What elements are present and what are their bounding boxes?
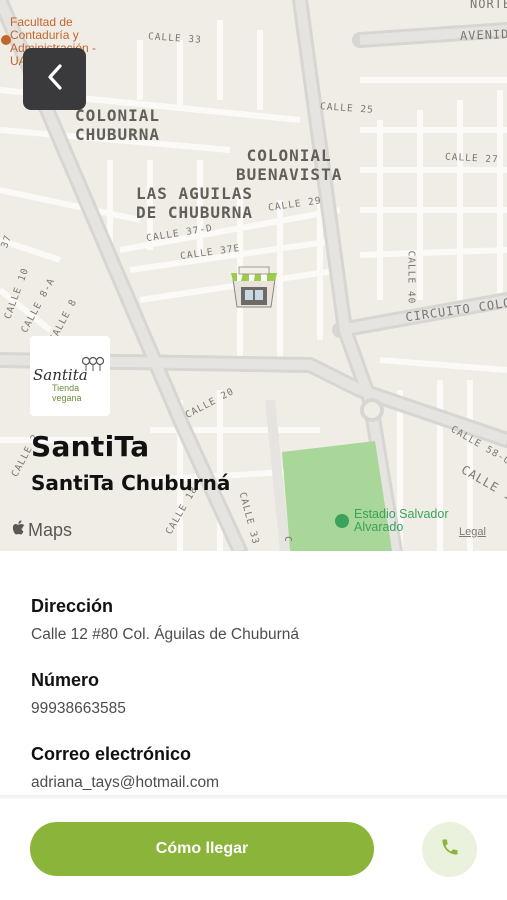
phone-value[interactable]: 99938663585 — [31, 700, 487, 718]
map-view[interactable]: Facultad de Contaduría y Administración … — [0, 0, 507, 551]
maps-attribution: Maps — [12, 520, 72, 541]
store-icon[interactable] — [229, 265, 279, 310]
chevron-left-icon — [45, 63, 65, 96]
call-button[interactable] — [422, 822, 477, 877]
street-label: CALLE 40 — [405, 250, 417, 305]
poi-stadium[interactable]: Estadio Salvador Alvarado — [335, 508, 449, 534]
logo-subtitle: Tienda vegana — [52, 383, 82, 403]
directions-button[interactable]: Cómo llegar — [30, 822, 374, 876]
store-branch: SantiTa Chuburná — [31, 471, 231, 495]
maps-label: Maps — [28, 520, 73, 540]
phone-section: Número 99938663585 — [31, 670, 487, 718]
email-value[interactable]: adriana_tays@hotmail.com — [31, 774, 487, 792]
district-name: COLONIAL CHUBURNA — [75, 106, 161, 144]
email-section: Correo electrónico adriana_tays@hotmail.… — [31, 744, 487, 792]
apple-icon — [12, 520, 26, 541]
legal-link[interactable]: Legal — [459, 526, 486, 538]
district-label: COLONIAL CHUBURNA — [75, 106, 160, 144]
logo-text: Santita — [33, 366, 88, 384]
street-label: NORTE — [470, 0, 507, 11]
phone-icon — [440, 837, 460, 862]
stadium-icon — [335, 514, 349, 528]
street-label: AVENID — [459, 27, 507, 43]
address-value[interactable]: Calle 12 #80 Col. Águilas de Chuburná — [31, 626, 487, 644]
address-title: Dirección — [31, 596, 114, 616]
email-title: Correo electrónico — [31, 744, 192, 764]
footer-divider — [0, 795, 507, 799]
district-label: LAS AGUILAS DE CHUBURNA — [136, 184, 253, 222]
back-button[interactable] — [23, 48, 86, 110]
school-icon — [1, 35, 11, 45]
district-name: COLONIAL BUENAVISTA — [236, 146, 343, 184]
district-name: LAS AGUILAS DE CHUBURNA — [136, 184, 253, 222]
district-label: COLONIAL BUENAVISTA — [236, 146, 342, 184]
address-section: Dirección Calle 12 #80 Col. Águilas de C… — [31, 596, 487, 644]
store-name: SantiTa — [31, 430, 150, 463]
phone-title: Número — [31, 670, 100, 690]
street-label: C — [281, 536, 293, 543]
store-logo: Santita Tienda vegana — [30, 336, 110, 416]
